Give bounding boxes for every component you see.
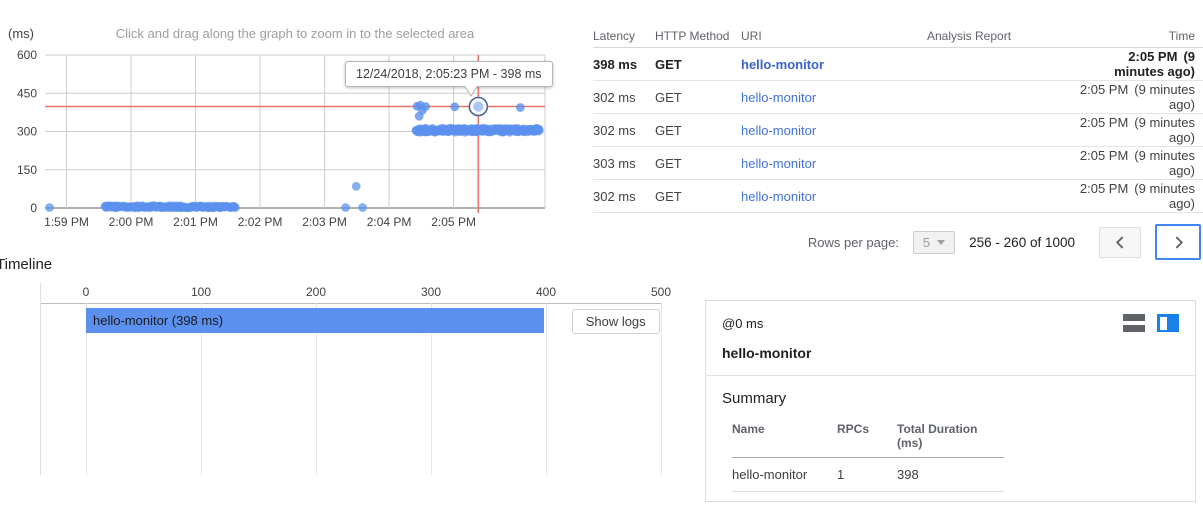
cell-latency: 303 ms [593,156,655,171]
chevron-left-icon [1114,236,1127,249]
detail-header: @0 ms hello-monitor [706,301,1195,376]
column-header-uri: URI [741,29,927,43]
cell-time: 2:05 PM(9 minutes ago) [1077,115,1203,145]
ruler-label: 400 [536,285,556,299]
svg-text:2:01 PM: 2:01 PM [173,215,218,229]
cell-latency: 398 ms [593,57,655,72]
caret-down-icon [937,240,945,245]
latency-scatter-plot[interactable]: 0 150 300 450 600 1:59 PM 2:00 PM 2:01 PM 2:02 P… [0,18,560,236]
summary-col-name: Name [732,422,837,450]
trace-uri-link[interactable]: hello-monitor [741,156,927,171]
trace-table: Latency HTTP Method URI Analysis Report … [593,25,1203,260]
vertical-split-icon[interactable] [1157,314,1179,332]
trace-uri-link[interactable]: hello-monitor [741,90,927,105]
tooltip-text: 12/24/2018, 2:05:23 PM - 398 ms [356,67,542,81]
svg-text:1:59 PM: 1:59 PM [44,215,89,229]
summary-title: Summary [722,390,1179,407]
svg-text:2:03 PM: 2:03 PM [302,215,347,229]
table-row[interactable]: 398 msGEThello-monitor 2:05 PM(9 minutes … [593,48,1203,81]
svg-text:150: 150 [17,163,37,177]
cell-http-method: GET [655,123,741,138]
span-offset: @0 ms [722,316,763,331]
svg-text:0: 0 [30,201,37,215]
rows-per-page-select[interactable]: 5 [913,231,955,254]
timeline-gridline [546,303,547,475]
svg-text:2:00 PM: 2:00 PM [109,215,154,229]
trace-uri-link[interactable]: hello-monitor [741,57,927,72]
span-bar-label: hello-monitor (398 ms) [86,313,223,328]
ruler-label: 0 [83,285,90,299]
pagination: Rows per page: 5 256 - 260 of 1000 [593,224,1203,260]
table-row[interactable]: 302 msGEThello-monitor 2:05 PM(9 minutes … [593,180,1203,213]
column-header-analysis-report: Analysis Report [927,29,1077,43]
cell-latency: 302 ms [593,189,655,204]
cell-http-method: GET [655,90,741,105]
svg-text:2:04 PM: 2:04 PM [367,215,412,229]
table-row[interactable]: 303 msGEThello-monitor 2:05 PM(9 minutes … [593,147,1203,180]
svg-text:300: 300 [17,125,37,139]
trace-uri-link[interactable]: hello-monitor [741,123,927,138]
timeline-gridline [661,303,662,475]
detail-body: Summary Name RPCs Total Duration (ms) he… [706,376,1195,506]
svg-text:450: 450 [17,86,37,100]
table-row[interactable]: 302 msGEThello-monitor 2:05 PM(9 minutes … [593,114,1203,147]
cell-http-method: GET [655,189,741,204]
trace-uri-link[interactable]: hello-monitor [741,189,927,204]
cell-http-method: GET [655,156,741,171]
column-header-time: Time [1077,29,1203,43]
cell-latency: 302 ms [593,123,655,138]
cell-time: 2:05 PM(9 minutes ago) [1077,148,1203,178]
summary-row: hello-monitor 1 398 [732,458,1004,492]
timeline-panel: 0100200300400500 hello-monitor (398 ms) … [40,283,661,475]
column-header-http-method: HTTP Method [655,29,741,43]
column-header-latency: Latency [593,29,655,43]
pagination-range: 256 - 260 of 1000 [969,235,1075,250]
timeline-ruler-line [41,303,661,304]
svg-text:600: 600 [17,48,37,62]
next-page-button[interactable] [1155,224,1201,260]
span-name: hello-monitor [722,345,1179,361]
ruler-label: 500 [651,285,671,299]
summary-table: Name RPCs Total Duration (ms) hello-moni… [732,417,1004,492]
trace-table-body: 398 msGEThello-monitor2:05 PM(9 minutes … [593,48,1203,213]
table-row[interactable]: 302 msGEThello-monitor 2:05 PM(9 minutes … [593,81,1203,114]
prev-page-button[interactable] [1099,227,1141,258]
span-detail-panel: @0 ms hello-monitor Summary Name RPCs To… [705,300,1196,502]
ruler-label: 300 [421,285,441,299]
horizontal-split-icon[interactable] [1123,314,1145,332]
chart-tooltip: 12/24/2018, 2:05:23 PM - 398 ms [345,61,553,87]
timeline-title: Timeline [0,256,52,273]
timeline-span-bar[interactable]: hello-monitor (398 ms) [86,308,544,333]
cell-latency: 302 ms [593,90,655,105]
rows-per-page-value: 5 [923,235,930,250]
svg-text:2:05 PM: 2:05 PM [431,215,476,229]
cell-time: 2:05 PM(9 minutes ago) [1077,82,1203,112]
ruler-label: 100 [191,285,211,299]
cell-http-method: GET [655,57,741,72]
chevron-right-icon [1172,236,1185,249]
svg-text:2:02 PM: 2:02 PM [238,215,283,229]
cell-time: 2:05 PM(9 minutes ago) [1077,181,1203,211]
rows-per-page-label: Rows per page: [808,235,899,250]
trace-table-header: Latency HTTP Method URI Analysis Report … [593,25,1203,48]
show-logs-button[interactable]: Show logs [572,309,660,334]
cell-time: 2:05 PM(9 minutes ago) [1077,49,1203,79]
summary-col-rpcs: RPCs [837,422,897,450]
summary-col-duration: Total Duration (ms) [897,422,1004,450]
ruler-label: 200 [306,285,326,299]
